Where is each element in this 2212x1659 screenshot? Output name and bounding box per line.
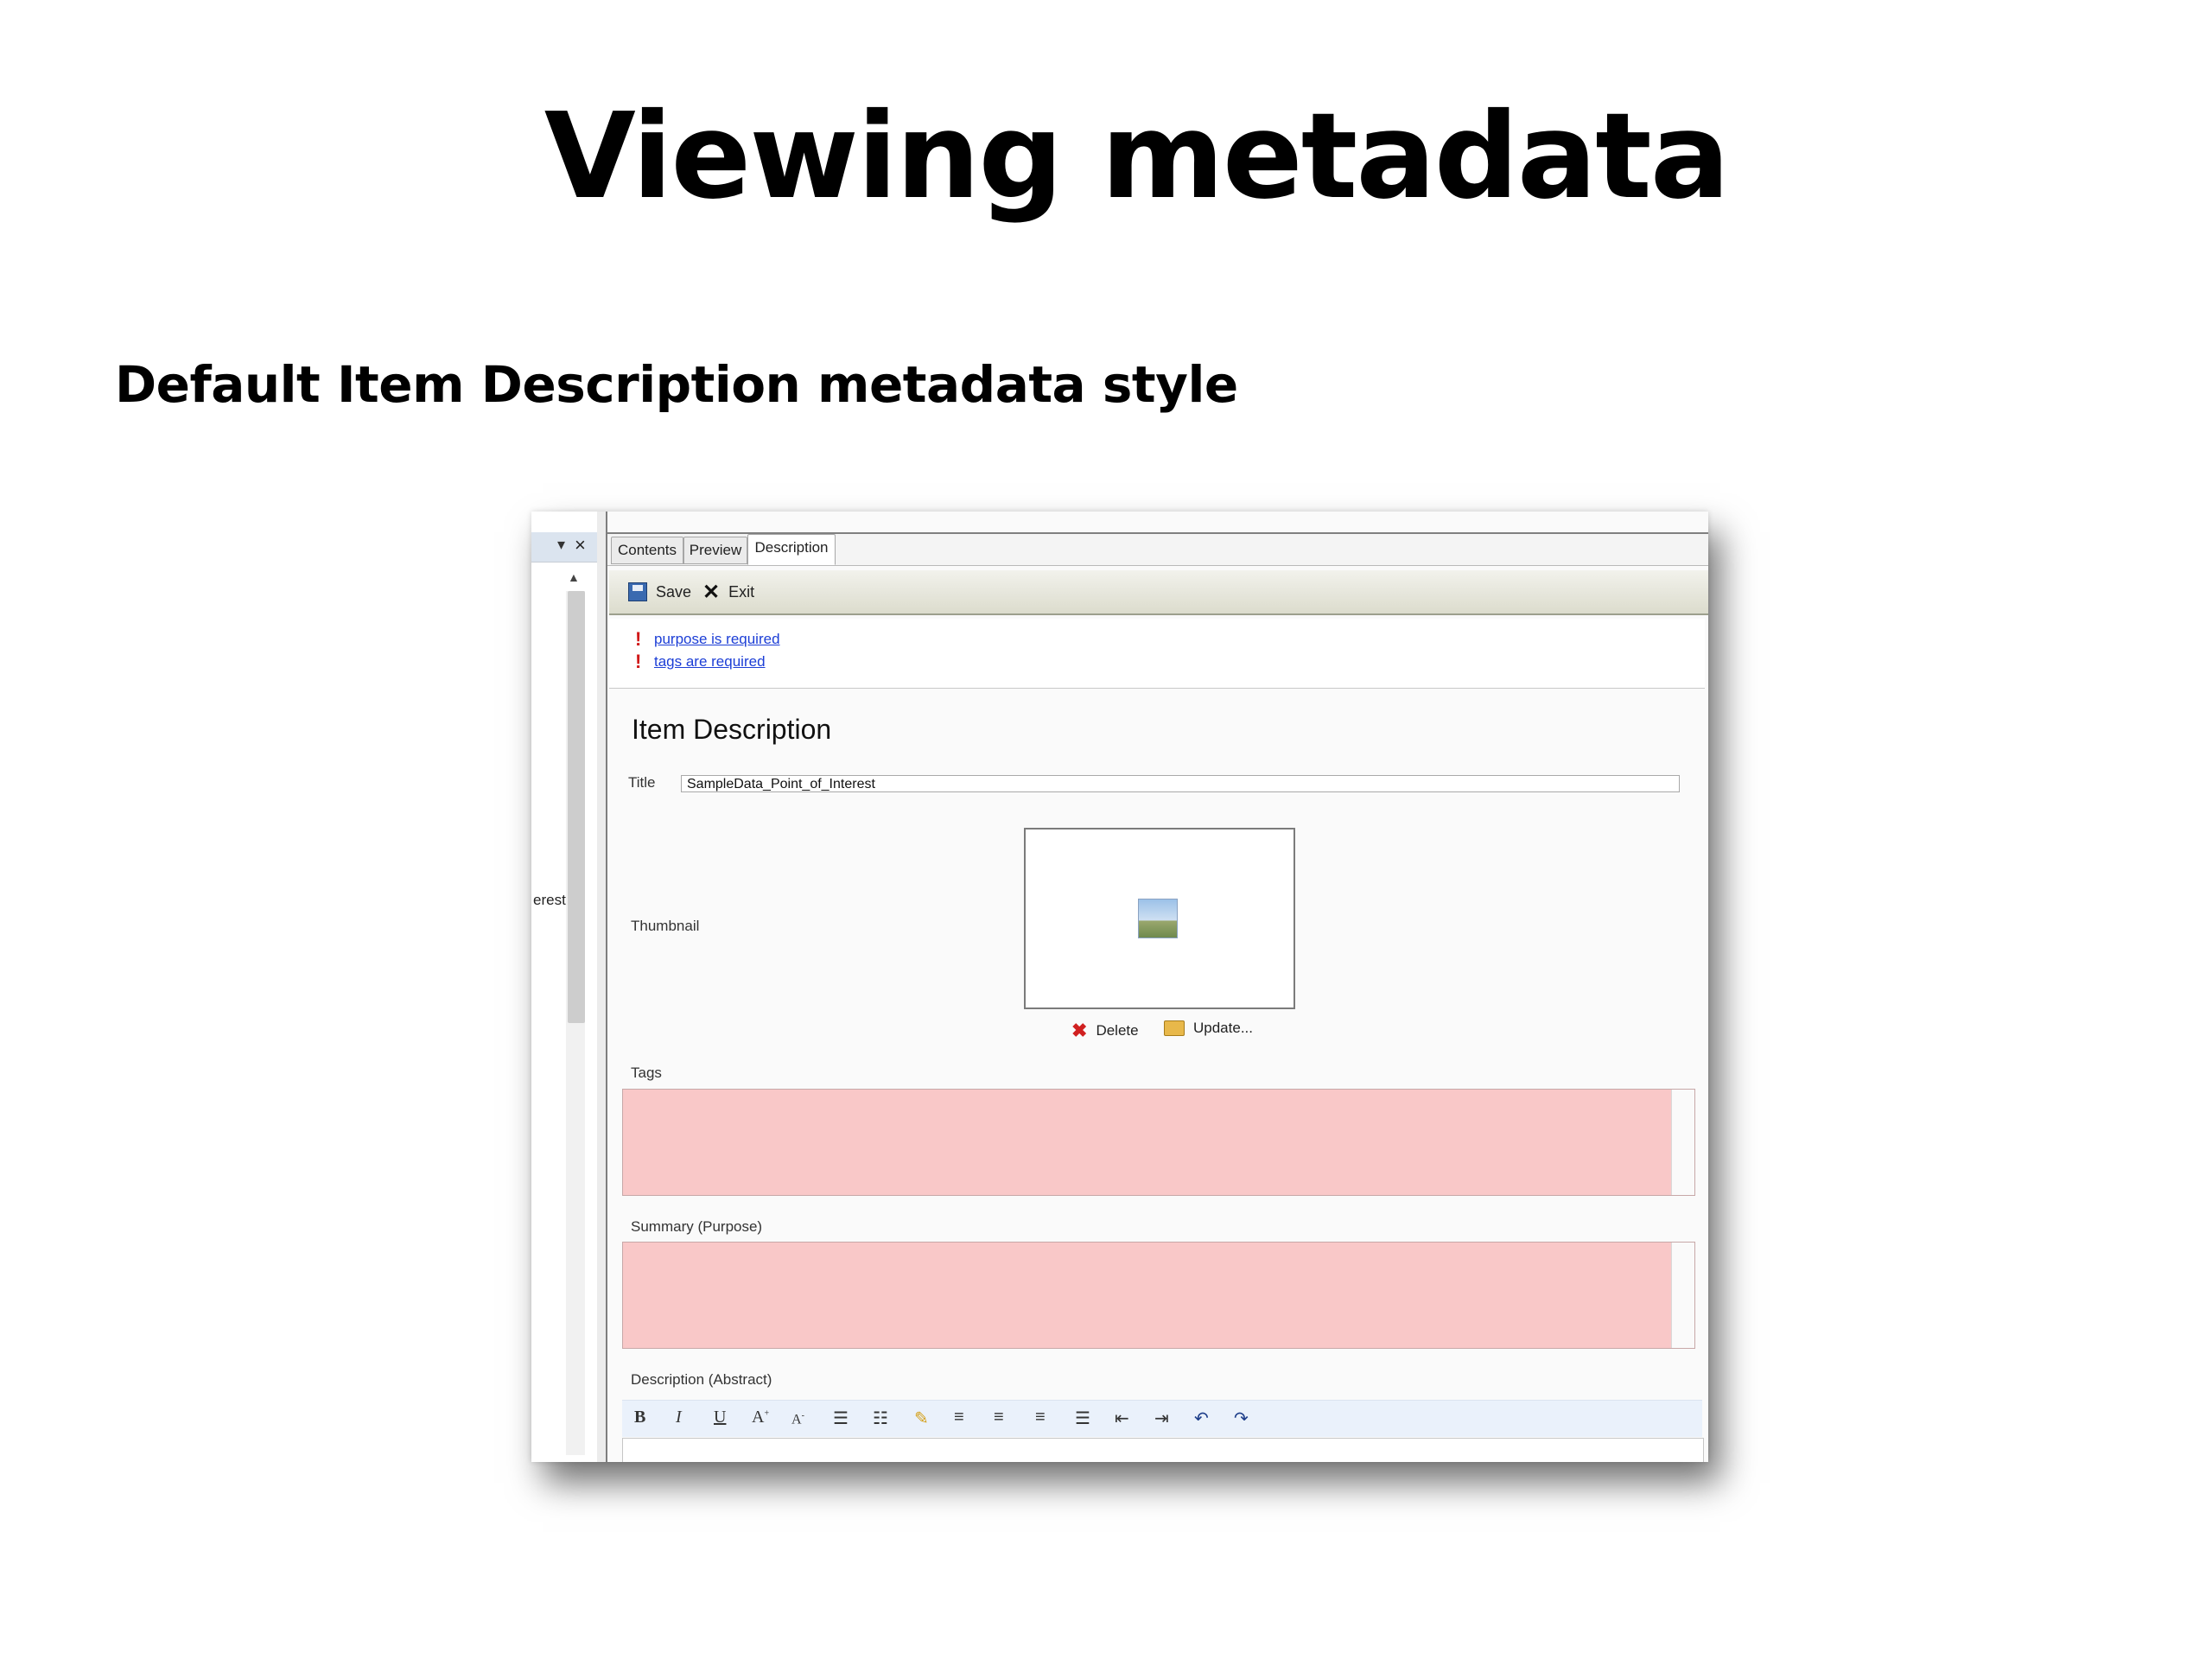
highlight-icon[interactable]: ✎ — [914, 1408, 929, 1429]
catalog-item-label[interactable]: erest — [533, 892, 566, 909]
summary-scrollbar[interactable] — [1671, 1243, 1694, 1348]
title-label: Title — [628, 774, 656, 791]
form-heading: Item Description — [632, 714, 832, 745]
description-editor[interactable] — [622, 1438, 1704, 1462]
save-button[interactable]: Save — [628, 570, 691, 613]
error-tags: ! tags are required — [635, 651, 766, 672]
scrollbar-thumb[interactable] — [568, 591, 585, 1023]
redo-icon[interactable]: ↷ — [1234, 1408, 1249, 1429]
exit-button[interactable]: ✕ Exit — [702, 570, 754, 613]
left-panel: ▾ × ▲ erest — [531, 512, 598, 1462]
delete-icon: ✖ — [1071, 1020, 1088, 1041]
slide-subtitle: Default Item Description metadata style — [115, 355, 1238, 414]
tab-description[interactable]: Description — [747, 534, 836, 565]
tab-bar: Contents Preview Description — [607, 532, 1708, 566]
app-screenshot: ▾ × ▲ erest Contents Preview Description… — [531, 512, 1708, 1462]
summary-label: Summary (Purpose) — [631, 1218, 763, 1235]
folder-icon — [1164, 1020, 1185, 1036]
error-purpose: ! purpose is required — [635, 628, 780, 650]
thumbnail-preview[interactable] — [1024, 828, 1295, 1009]
thumbnail-delete-button[interactable]: ✖ Delete — [1071, 1020, 1139, 1042]
left-panel-header: ▾ × — [531, 532, 597, 563]
tab-preview[interactable]: Preview — [683, 537, 747, 564]
tags-label: Tags — [631, 1065, 662, 1081]
justify-icon[interactable]: ☰ — [1075, 1408, 1090, 1429]
tags-scrollbar[interactable] — [1671, 1090, 1694, 1195]
undo-icon[interactable]: ↶ — [1194, 1408, 1209, 1429]
save-label: Save — [656, 582, 692, 601]
save-icon — [628, 582, 647, 601]
align-right-icon[interactable]: ≡ — [1035, 1408, 1046, 1427]
tags-input[interactable] — [622, 1089, 1695, 1196]
align-left-icon[interactable]: ≡ — [954, 1408, 964, 1427]
scroll-up-icon[interactable]: ▲ — [568, 570, 580, 584]
image-icon — [1138, 899, 1178, 938]
shrink-font-button[interactable]: A- — [791, 1411, 804, 1427]
thumbnail-update-button[interactable]: Update... — [1164, 1020, 1253, 1037]
thumbnail-label: Thumbnail — [631, 918, 700, 934]
exit-icon: ✕ — [702, 580, 721, 604]
numbered-list-icon[interactable]: ☷ — [873, 1408, 888, 1429]
tab-contents[interactable]: Contents — [611, 537, 683, 564]
summary-input[interactable] — [622, 1242, 1695, 1349]
metadata-toolbar: Save ✕ Exit — [609, 570, 1708, 615]
align-center-icon[interactable]: ≡ — [994, 1408, 1004, 1427]
slide-title: Viewing metadata — [543, 88, 1730, 226]
grow-font-button[interactable]: A+ — [752, 1408, 769, 1427]
close-icon[interactable]: × — [575, 534, 586, 556]
pin-icon[interactable]: ▾ — [557, 536, 565, 554]
underline-button[interactable]: U — [714, 1408, 726, 1427]
exit-label: Exit — [728, 582, 755, 601]
error-icon: ! — [635, 651, 642, 672]
title-input[interactable]: SampleData_Point_of_Interest — [681, 775, 1680, 792]
update-label: Update... — [1193, 1020, 1253, 1036]
error-link-tags[interactable]: tags are required — [654, 653, 766, 671]
bold-button[interactable]: B — [634, 1408, 645, 1427]
indent-icon[interactable]: ⇥ — [1154, 1408, 1169, 1429]
bullet-list-icon[interactable]: ☰ — [833, 1408, 849, 1429]
error-icon: ! — [635, 628, 642, 650]
validation-errors: ! purpose is required ! tags are require… — [609, 619, 1705, 689]
rich-text-toolbar: B I U A+ A- ☰ ☷ ✎ ≡ ≡ ≡ ☰ ⇤ ⇥ ↶ ↷ — [622, 1400, 1702, 1437]
description-label: Description (Abstract) — [631, 1371, 772, 1388]
error-link-purpose[interactable]: purpose is required — [654, 631, 780, 648]
delete-label: Delete — [1096, 1022, 1139, 1039]
italic-button[interactable]: I — [676, 1408, 682, 1427]
outdent-icon[interactable]: ⇤ — [1115, 1408, 1129, 1429]
pane-divider[interactable] — [597, 512, 607, 1462]
